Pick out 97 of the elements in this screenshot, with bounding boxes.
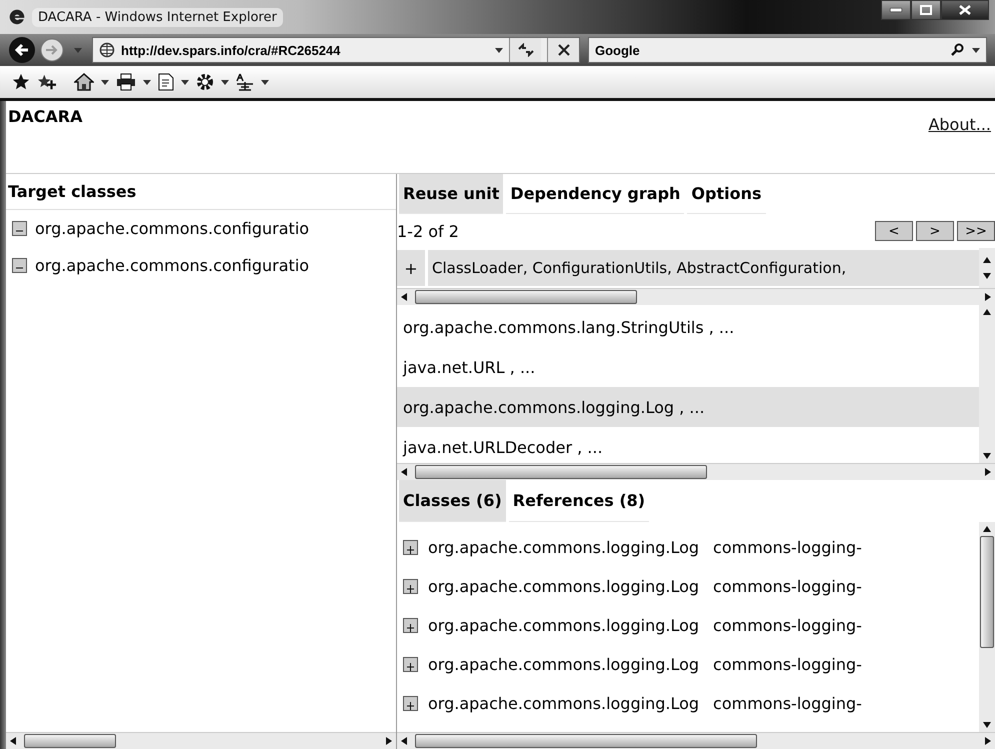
class-name[interactable]: org.apache.commons.logging.Log (428, 616, 700, 635)
caret-icon[interactable] (143, 80, 151, 84)
refresh-arrows-icon (518, 43, 534, 57)
horizontal-scrollbar[interactable] (6, 732, 396, 749)
stop-button[interactable] (547, 38, 579, 62)
web-page-icon (99, 42, 115, 58)
scroll-up-icon[interactable] (983, 526, 991, 532)
address-text: http://dev.spars.info/cra/#RC265244 (121, 42, 340, 58)
refresh-button[interactable] (509, 38, 541, 62)
scroll-down-icon[interactable] (983, 453, 991, 459)
printer-icon[interactable] (116, 73, 136, 91)
close-icon (959, 5, 971, 15)
dependency-row[interactable]: java.net.URL , ... (397, 347, 979, 387)
class-name[interactable]: org.apache.commons.configuratio (35, 219, 310, 238)
pager-button[interactable]: > (916, 221, 954, 241)
scrollbar-thumb[interactable] (415, 734, 757, 748)
vertical-scrollbar[interactable] (979, 522, 995, 732)
pager-button[interactable]: < (875, 221, 913, 241)
browser-logo-icon (8, 8, 26, 26)
library-name: commons-logging- (713, 538, 862, 557)
caret-icon[interactable] (972, 48, 980, 52)
about-link[interactable]: About... (928, 115, 991, 134)
scroll-right-icon[interactable] (985, 293, 991, 301)
scroll-up-icon[interactable] (983, 257, 991, 263)
tab[interactable]: Reuse unit (399, 174, 504, 214)
scroll-right-icon[interactable] (386, 737, 392, 745)
forward-button[interactable] (40, 38, 64, 62)
scroll-down-icon[interactable] (983, 273, 991, 279)
home-icon[interactable] (74, 73, 94, 91)
back-button[interactable] (8, 36, 36, 64)
tree-toggle-icon[interactable] (403, 540, 418, 555)
result-range: 1-2 of 2 (397, 222, 459, 240)
close-icon (558, 44, 570, 56)
search-engine-text: Google (595, 42, 640, 58)
window-title: DACARA - Windows Internet Explorer (32, 8, 283, 26)
tab[interactable]: Classes (6) (399, 480, 506, 522)
horizontal-scrollbar[interactable] (397, 288, 995, 305)
add-star-icon[interactable] (37, 73, 57, 91)
class-name[interactable]: org.apache.commons.configuratio (35, 256, 310, 275)
gear-icon[interactable] (196, 73, 214, 91)
caret-icon[interactable] (261, 80, 269, 84)
scroll-left-icon[interactable] (401, 737, 407, 745)
tree-toggle-icon[interactable] (12, 258, 27, 273)
scrollbar-thumb[interactable] (415, 465, 707, 479)
horizontal-scrollbar[interactable] (397, 463, 995, 480)
dependency-row[interactable]: java.net.URLDecoder , ... (397, 427, 979, 467)
library-name: commons-logging- (713, 616, 862, 635)
scrollbar-thumb[interactable] (980, 536, 994, 648)
dependency-row[interactable]: org.apache.commons.lang.StringUtils , ... (397, 307, 979, 347)
search-icon[interactable] (950, 43, 964, 57)
tab[interactable]: References (8) (508, 480, 650, 522)
scroll-left-icon[interactable] (10, 737, 16, 745)
dependency-row[interactable]: org.apache.commons.logging.Log , ... (397, 387, 979, 427)
scroll-down-icon[interactable] (983, 722, 991, 728)
translate-icon[interactable] (236, 73, 254, 91)
scrollbar-thumb[interactable] (415, 290, 637, 304)
class-name[interactable]: org.apache.commons.logging.Log (428, 577, 700, 596)
panel-heading: Target classes (6, 174, 396, 210)
minimize-button[interactable] (881, 0, 911, 20)
expand-button[interactable]: + (397, 250, 425, 286)
maximize-button[interactable] (911, 0, 941, 20)
app-title: DACARA (8, 107, 82, 126)
vertical-scrollbar[interactable] (979, 305, 995, 463)
library-name: commons-logging- (713, 655, 862, 674)
tree-toggle-icon[interactable] (12, 221, 27, 236)
horizontal-scrollbar[interactable] (397, 732, 995, 749)
library-name: commons-logging- (713, 577, 862, 596)
scrollbar-thumb[interactable] (24, 734, 116, 748)
caret-icon[interactable] (221, 80, 229, 84)
caret-icon[interactable] (101, 80, 109, 84)
close-button[interactable] (941, 0, 989, 20)
tree-toggle-icon[interactable] (403, 579, 418, 594)
address-field[interactable]: http://dev.spars.info/cra/#RC265244 (92, 37, 580, 63)
reuse-unit-label[interactable]: ClassLoader, ConfigurationUtils, AbstractConfiguration, (428, 250, 979, 286)
maximize-icon (920, 5, 932, 15)
page-icon[interactable] (158, 73, 174, 91)
tree-toggle-icon[interactable] (403, 657, 418, 672)
scroll-right-icon[interactable] (985, 468, 991, 476)
class-name[interactable]: org.apache.commons.logging.Log (428, 655, 700, 674)
class-name[interactable]: org.apache.commons.logging.Log (428, 694, 700, 713)
tab[interactable]: Options (687, 174, 766, 214)
library-name: commons-logging- (713, 694, 862, 713)
vertical-scrollbar[interactable] (979, 248, 995, 288)
caret-icon[interactable] (495, 48, 503, 52)
scroll-left-icon[interactable] (401, 293, 407, 301)
scroll-up-icon[interactable] (983, 309, 991, 315)
tree-toggle-icon[interactable] (403, 618, 418, 633)
search-field[interactable]: Google (588, 37, 987, 63)
pager-button[interactable]: >> (957, 221, 995, 241)
tab[interactable]: Dependency graph (506, 174, 684, 214)
scroll-right-icon[interactable] (985, 737, 991, 745)
scroll-left-icon[interactable] (401, 468, 407, 476)
caret-icon[interactable] (181, 80, 189, 84)
star-icon[interactable] (12, 73, 30, 91)
minimize-icon (890, 8, 902, 12)
class-name[interactable]: org.apache.commons.logging.Log (428, 538, 700, 557)
tree-toggle-icon[interactable] (403, 696, 418, 711)
